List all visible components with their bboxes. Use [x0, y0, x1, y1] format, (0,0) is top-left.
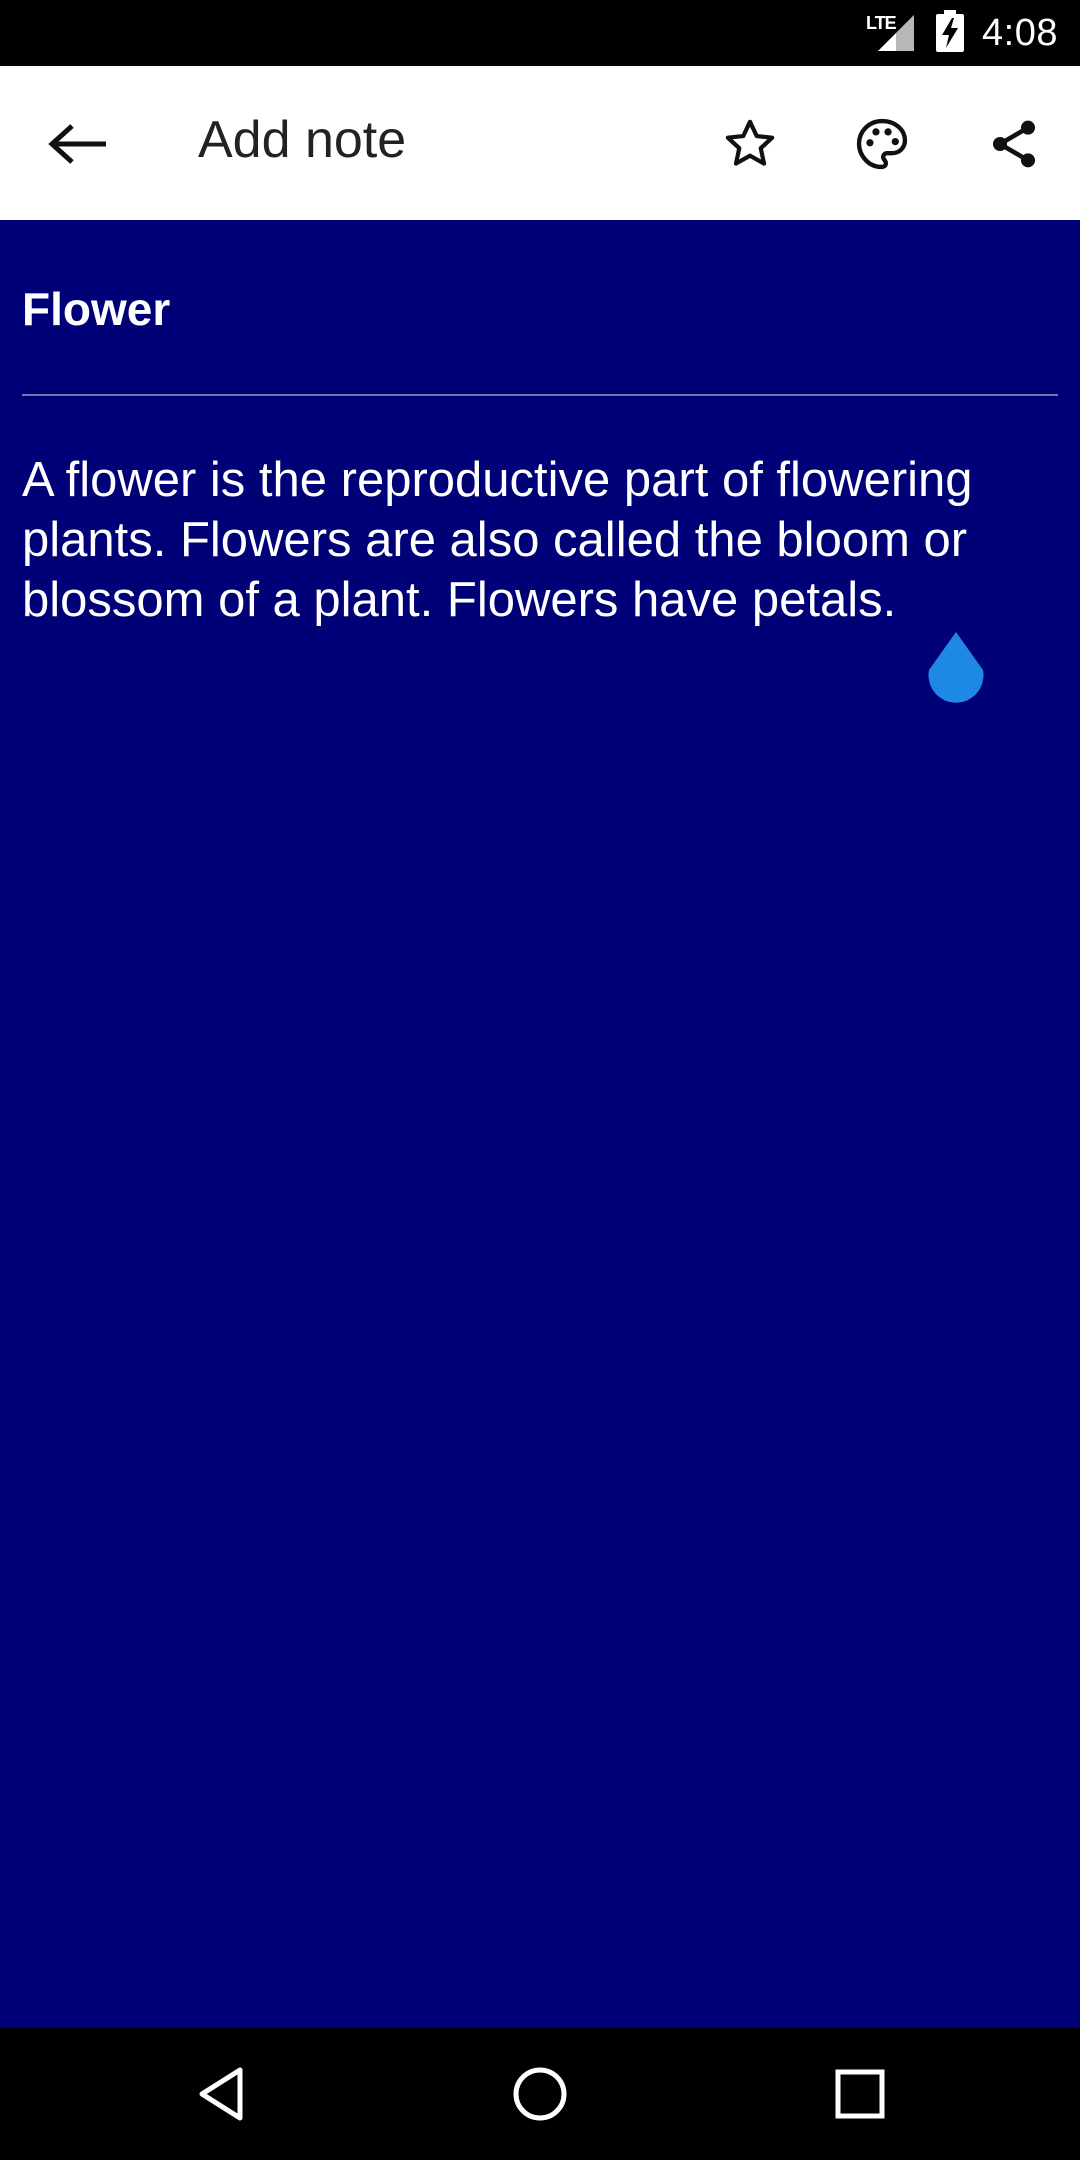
- color-palette-button[interactable]: [842, 104, 922, 184]
- back-button[interactable]: [38, 104, 118, 184]
- screen: LTE 4:08 Add note Flower A flower is the…: [0, 0, 1080, 2160]
- share-button[interactable]: [974, 104, 1054, 184]
- nav-recents-button[interactable]: [820, 2054, 900, 2134]
- note-body-line: blossom of a plant. Flowers have petals.: [22, 573, 897, 627]
- clock: 4:08: [982, 11, 1058, 54]
- battery-charging-icon: [936, 9, 965, 57]
- home-circle-icon: [513, 2067, 567, 2121]
- page-title: Add note: [198, 111, 407, 169]
- system-nav-bar: [0, 2028, 1080, 2160]
- note-body-line: A flower is the reproductive part of flo…: [22, 453, 973, 507]
- arrow-left-icon: [48, 124, 106, 164]
- recents-square-icon: [835, 2069, 885, 2119]
- text-cursor-handle[interactable]: [925, 630, 987, 704]
- palette-icon: [856, 118, 908, 170]
- title-divider: [22, 394, 1058, 396]
- nav-home-button[interactable]: [500, 2054, 580, 2134]
- status-bar: LTE 4:08: [0, 0, 1080, 66]
- share-icon: [993, 120, 1035, 168]
- note-body-field[interactable]: A flower is the reproductive part of flo…: [22, 450, 1062, 630]
- app-bar: Add note: [0, 66, 1080, 220]
- note-editor: Flower A flower is the reproductive part…: [0, 220, 1080, 2028]
- note-title-field[interactable]: Flower: [22, 282, 170, 336]
- note-body-line: plants. Flowers are also called the bloo…: [22, 513, 968, 567]
- lte-signal-icon: LTE: [866, 11, 918, 55]
- nav-back-button[interactable]: [182, 2054, 262, 2134]
- star-outline-icon: [725, 119, 775, 166]
- back-triangle-icon: [199, 2067, 243, 2121]
- favorite-button[interactable]: [710, 104, 790, 184]
